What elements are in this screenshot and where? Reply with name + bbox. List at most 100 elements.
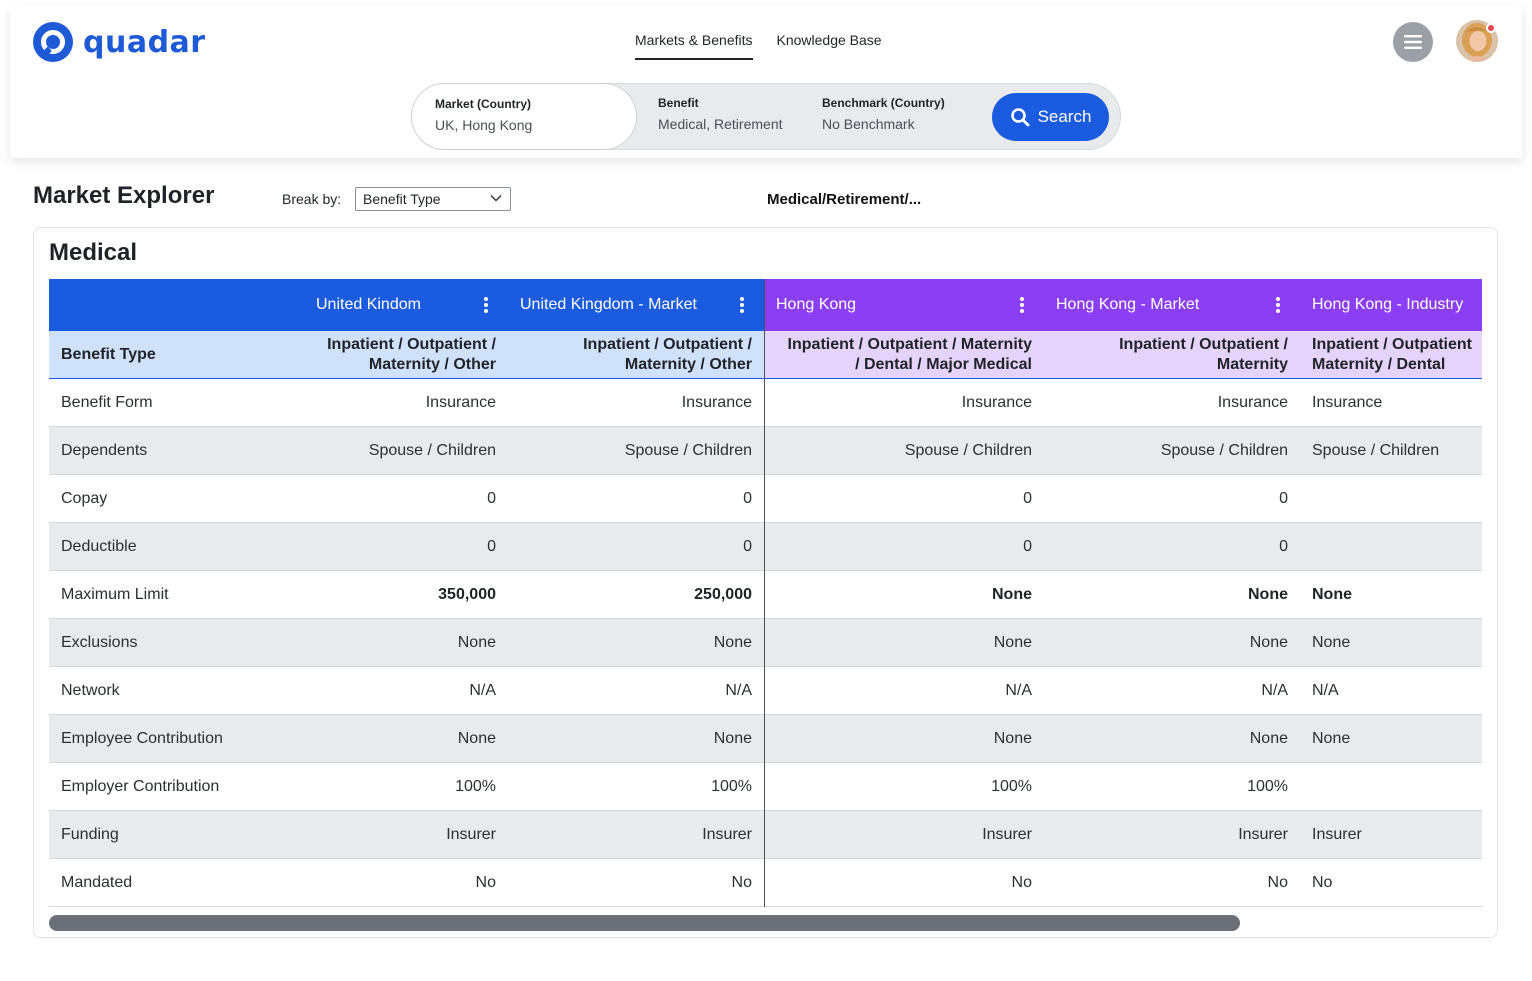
horizontal-scrollbar[interactable]	[49, 915, 1482, 931]
benchmark-field[interactable]: Benchmark (Country) No Benchmark	[822, 84, 945, 149]
benefit-type-label: Benefit Type	[61, 345, 156, 363]
table-cell: Insurance	[425, 393, 496, 411]
benefit-type-cell: Inpatient / Outpatient / Maternity / Oth…	[327, 335, 496, 373]
table-cell: 100%	[711, 777, 752, 795]
break-by-value: Benefit Type	[363, 191, 441, 207]
table-cell: Spouse / Children	[904, 441, 1032, 459]
benefit-field-value: Medical, Retirement	[658, 116, 783, 132]
row-label: Benefit Form	[61, 393, 153, 411]
table-cell: None	[1312, 633, 1351, 651]
column-header-hk-industry: Hong Kong - Industry	[1312, 296, 1464, 313]
break-by-select[interactable]: Benefit Type	[355, 187, 511, 211]
benchmark-field-label: Benchmark (Country)	[822, 96, 945, 110]
table-cell: Insurer	[982, 825, 1032, 843]
table-cell: Spouse / Children	[624, 441, 752, 459]
table-cell: Insurance	[1312, 393, 1383, 411]
column-header-uk-market: United Kingdom - Market	[520, 296, 697, 313]
table-cell: 100%	[1247, 777, 1288, 795]
table-cell: N/A	[725, 681, 752, 699]
benefit-type-cell: Inpatient / Outpatient / Maternity	[1119, 335, 1288, 373]
table-cell: 0	[487, 489, 496, 507]
table-cell: 0	[743, 489, 752, 507]
table-cell: Spouse / Children	[1160, 441, 1288, 459]
table-row: Network N/A N/A N/A N/A N/A	[49, 667, 1482, 715]
search-bar: Market (Country) UK, Hong Kong Benefit M…	[411, 83, 1121, 150]
column-header-hong-kong: Hong Kong	[776, 296, 857, 313]
table-cell: None	[1248, 585, 1288, 603]
table-cell: 0	[1279, 537, 1288, 555]
kebab-menu-icon[interactable]	[1019, 296, 1025, 314]
benefit-type-row: Benefit Type Inpatient / Outpatient / Ma…	[49, 331, 1482, 379]
table-row: Employer Contribution 100% 100% 100% 100…	[49, 763, 1482, 811]
table-cell: N/A	[1261, 681, 1288, 699]
row-label: Deductible	[61, 537, 137, 555]
table-cell: None	[713, 633, 752, 651]
table-cell: 100%	[455, 777, 496, 795]
table-row: Benefit Form Insurance Insurance Insuran…	[49, 379, 1482, 427]
logo-text: quadar	[83, 24, 206, 60]
country-divider	[764, 279, 765, 907]
row-label: Exclusions	[61, 633, 138, 651]
breadcrumb[interactable]: Medical/Retirement/...	[767, 191, 921, 208]
table-row: Funding Insurer Insurer Insurer Insurer …	[49, 811, 1482, 859]
row-label: Mandated	[61, 873, 133, 891]
table-cell: Insurance	[681, 393, 752, 411]
search-button[interactable]: Search	[992, 93, 1109, 141]
break-by-label: Break by:	[282, 191, 342, 207]
benefit-field[interactable]: Benefit Medical, Retirement	[658, 84, 783, 149]
table-cell: N/A	[1312, 681, 1339, 699]
logo[interactable]: quadar	[33, 20, 206, 64]
benefit-type-cell: Inpatient / Outpatient / Maternity / Oth…	[583, 335, 752, 373]
table-cell: 0	[1023, 489, 1032, 507]
benchmark-field-value: No Benchmark	[822, 116, 915, 132]
table-cell: 0	[743, 537, 752, 555]
row-label: Copay	[61, 489, 108, 507]
table-cell: Insurer	[702, 825, 752, 843]
table-cell: 0	[1023, 537, 1032, 555]
chevron-down-icon	[490, 195, 502, 202]
hamburger-menu-icon	[1404, 35, 1422, 49]
kebab-menu-icon[interactable]	[483, 296, 489, 314]
hamburger-menu-button[interactable]	[1393, 22, 1433, 62]
column-header-hk-market: Hong Kong - Market	[1056, 296, 1200, 313]
table-cell: None	[1249, 729, 1288, 747]
table-cell: No	[475, 873, 496, 891]
logo-icon	[33, 22, 73, 62]
page-title: Market Explorer	[33, 182, 215, 209]
table-cell: No	[1312, 873, 1333, 891]
table-cell: None	[993, 633, 1032, 651]
row-label: Employee Contribution	[61, 729, 223, 747]
main-nav: Markets & Benefits Knowledge Base	[635, 32, 906, 60]
kebab-menu-icon[interactable]	[739, 296, 745, 314]
table-cell: No	[731, 873, 752, 891]
row-label: Network	[61, 681, 120, 699]
table-cell: None	[457, 729, 496, 747]
scrollbar-thumb[interactable]	[49, 915, 1240, 931]
table-cell: 0	[1279, 489, 1288, 507]
table-cell: N/A	[469, 681, 496, 699]
kebab-menu-icon[interactable]	[1275, 296, 1281, 314]
table-cell: 250,000	[694, 585, 752, 603]
search-icon	[1010, 108, 1029, 127]
table-cell: None	[1312, 585, 1352, 603]
table-cell: No	[1267, 873, 1288, 891]
table-cell: No	[1011, 873, 1032, 891]
market-field[interactable]: Market (Country) UK, Hong Kong	[411, 83, 637, 150]
benefit-field-label: Benefit	[658, 96, 699, 110]
table-header-row: United Kindom United Kingdom - Market Ho…	[49, 279, 1482, 331]
notification-dot	[1486, 23, 1496, 33]
market-field-label: Market (Country)	[435, 97, 532, 111]
nav-markets-benefits[interactable]: Markets & Benefits	[635, 32, 753, 60]
row-label: Funding	[61, 825, 119, 843]
nav-knowledge-base[interactable]: Knowledge Base	[777, 32, 882, 60]
row-label: Dependents	[61, 441, 148, 459]
table-cell: None	[457, 633, 496, 651]
table-cell	[1312, 763, 1482, 810]
table-cell: None	[1312, 729, 1351, 747]
table-cell: Insurer	[446, 825, 496, 843]
market-field-value: UK, Hong Kong	[435, 117, 533, 133]
row-label: Maximum Limit	[61, 585, 169, 603]
table-cell: None	[993, 729, 1032, 747]
table-cell	[1312, 475, 1482, 522]
table-cell: None	[992, 585, 1032, 603]
